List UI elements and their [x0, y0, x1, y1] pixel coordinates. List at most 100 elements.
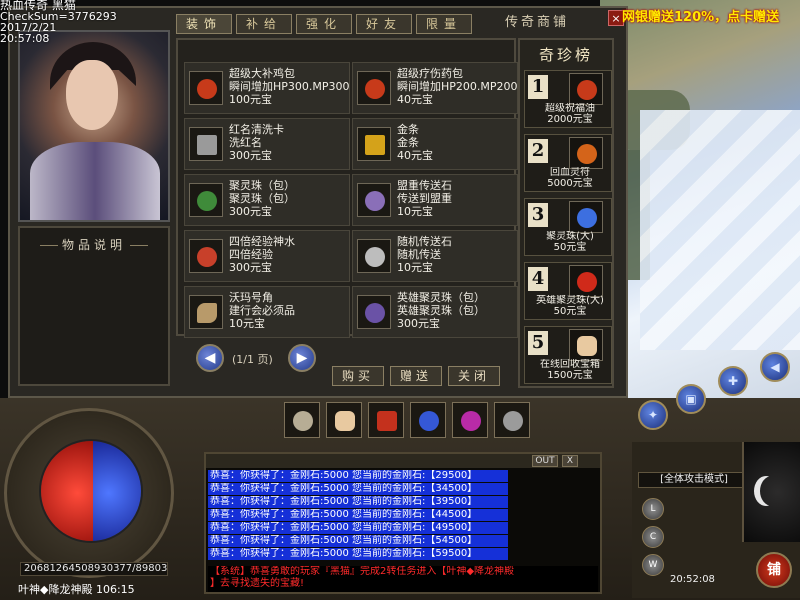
- item-price: 40元宝: [397, 93, 433, 106]
- shop-item[interactable]: 红名清洗卡 洗红名 300元宝: [184, 118, 350, 170]
- shop-item[interactable]: 四倍经验神水 四倍经验 300元宝: [184, 230, 350, 282]
- chat-toolbar: OUT X: [206, 454, 600, 468]
- blue-potion-icon: [419, 411, 439, 431]
- gift-box-icon: [377, 411, 397, 431]
- shop-item[interactable]: 聚灵珠（包） 聚灵珠（包） 300元宝: [184, 174, 350, 226]
- rank-number: 2: [528, 139, 548, 163]
- hp-orb: [41, 441, 93, 541]
- shop-item[interactable]: 超级大补鸡包 瞬间增加HP300.MP300 100元宝: [184, 62, 350, 114]
- chat-line: 恭喜：你获得了：金刚石:5000 您当前的金刚石:【49500】: [208, 522, 508, 534]
- item-name: 沃玛号角: [229, 291, 273, 304]
- shop-item[interactable]: 超级疗伤药包 瞬间增加HP200.MP200 40元宝: [352, 62, 518, 114]
- rank-item-name: 回血灵符: [550, 167, 590, 178]
- chat-out-button[interactable]: OUT: [532, 455, 558, 467]
- item-desc: 随机传送: [397, 248, 441, 261]
- buy-button[interactable]: 购买: [332, 366, 384, 386]
- rank-item-price: 5000元宝: [547, 178, 593, 189]
- teleport-stone-icon: [357, 183, 391, 217]
- prev-page-button[interactable]: ◀: [196, 344, 224, 372]
- ranking-title: 奇珍榜: [538, 46, 593, 64]
- item-desc: 瞬间增加HP300.MP300: [229, 80, 349, 93]
- item-name: 随机传送石: [397, 235, 452, 248]
- purple-potion-icon: [461, 411, 481, 431]
- horn-icon: [189, 295, 223, 329]
- world-map-view[interactable]: [600, 0, 800, 400]
- oil-bottle-icon: [569, 73, 603, 105]
- bag-button[interactable]: ▣: [676, 384, 706, 414]
- talisman-icon: [569, 137, 603, 169]
- ranking-panel: 奇珍榜 1 超级祝福油 2000元宝 2 回血灵符 5000元宝 3 聚灵珠(大) 5…: [518, 38, 614, 388]
- page-info: (1/1 页): [232, 353, 273, 366]
- item-desc: 聚灵珠（包）: [229, 192, 295, 205]
- shop-item[interactable]: 英雄聚灵珠（包） 英雄聚灵珠（包） 300元宝: [352, 286, 518, 338]
- character-icon: ✦: [647, 408, 659, 422]
- skill-button[interactable]: ✚: [718, 366, 748, 396]
- attack-mode[interactable]: [全体攻击模式]: [638, 472, 750, 488]
- shop-tabs: 装饰 补给 强化 好友 限量: [176, 14, 472, 36]
- red-pouch-icon: [357, 71, 391, 105]
- item-desc: 建行会必须品: [229, 304, 295, 317]
- gourd-icon: [189, 239, 223, 273]
- tab-enhance[interactable]: 强化: [296, 14, 352, 34]
- character-button[interactable]: ✦: [638, 400, 668, 430]
- side-button-c[interactable]: C: [642, 526, 664, 548]
- quick-slot[interactable]: [452, 402, 488, 438]
- gift-button[interactable]: 赠送: [390, 366, 442, 386]
- shop-item[interactable]: 沃玛号角 建行会必须品 10元宝: [184, 286, 350, 338]
- tab-limited[interactable]: 限量: [416, 14, 472, 34]
- chat-close-button[interactable]: X: [562, 455, 578, 467]
- shop-item[interactable]: 随机传送石 随机传送 10元宝: [352, 230, 518, 282]
- item-desc: 洗红名: [229, 136, 262, 149]
- rank-number: 5: [528, 331, 548, 355]
- chat-line: 恭喜：你获得了：金刚石:5000 您当前的金刚石:【39500】: [208, 496, 508, 508]
- right-control-panel: [全体攻击模式] L C W 20:52:08 铺: [632, 442, 800, 598]
- blue-orb-icon: [569, 201, 603, 233]
- tab-supply[interactable]: 补给: [236, 14, 292, 34]
- ranking-item[interactable]: 5 在线回收宝箱 1500元宝: [524, 326, 612, 384]
- ranking-item[interactable]: 2 回血灵符 5000元宝: [524, 134, 612, 192]
- system-message-line-1: 【系统】恭喜勇敢的玩家『黑猫』完成2转任务进入【叶神◆降龙神殿: [210, 566, 515, 577]
- skill-icon: ✚: [727, 374, 739, 388]
- gold-bar-icon: [357, 127, 391, 161]
- time: 20:57:08: [0, 32, 50, 45]
- chat-window: OUT X 恭喜：你获得了：金刚石:5000 您当前的金刚石:【29500】 恭…: [204, 452, 602, 594]
- ranking-item[interactable]: 3 聚灵珠(大) 50元宝: [524, 198, 612, 256]
- location-label: 叶神◆降龙神殿 106:15: [18, 583, 135, 596]
- shop-title: 传奇商铺: [504, 15, 569, 30]
- item-price: 300元宝: [229, 149, 272, 162]
- chat-line: 恭喜：你获得了：金刚石:5000 您当前的金刚石:【34500】: [208, 483, 508, 495]
- rank-item-price: 1500元宝: [547, 370, 593, 381]
- shop-item[interactable]: 金条 金条 40元宝: [352, 118, 518, 170]
- quick-slot[interactable]: [494, 402, 530, 438]
- rank-number: 4: [528, 267, 548, 291]
- red-orb-icon: [569, 265, 603, 297]
- item-name: 盟重传送石: [397, 179, 452, 192]
- quick-slot[interactable]: [284, 402, 320, 438]
- hand-icon: [335, 411, 355, 431]
- quick-slot[interactable]: [326, 402, 362, 438]
- shop-item-grid: 超级大补鸡包 瞬间增加HP300.MP300 100元宝 超级疗伤药包 瞬间增加HP2…: [176, 38, 518, 338]
- shop-button[interactable]: 铺: [756, 552, 792, 588]
- ranking-item[interactable]: 1 超级祝福油 2000元宝: [524, 70, 612, 128]
- item-name: 英雄聚灵珠（包）: [397, 291, 485, 304]
- close-button[interactable]: 关闭: [448, 366, 500, 386]
- item-desc: 传送到盟重: [397, 192, 452, 205]
- sound-button[interactable]: ◀: [760, 352, 790, 382]
- quick-slot[interactable]: [368, 402, 404, 438]
- tab-friends[interactable]: 好友: [356, 14, 412, 34]
- next-page-button[interactable]: ▶: [288, 344, 316, 372]
- item-name: 超级大补鸡包: [229, 67, 295, 80]
- item-price: 100元宝: [229, 93, 272, 106]
- shop-item[interactable]: 盟重传送石 传送到盟重 10元宝: [352, 174, 518, 226]
- description-title: 物品说明: [20, 236, 168, 253]
- side-button-l[interactable]: L: [642, 498, 664, 520]
- tab-decoration[interactable]: 装饰: [176, 14, 232, 34]
- side-button-w[interactable]: W: [642, 554, 664, 576]
- quick-slot[interactable]: [410, 402, 446, 438]
- item-price: 300元宝: [229, 261, 272, 274]
- ranking-item[interactable]: 4 英雄聚灵珠(大) 50元宝: [524, 262, 612, 320]
- chat-line: 恭喜：你获得了：金刚石:5000 您当前的金刚石:【29500】: [208, 470, 508, 482]
- rank-item-name: 聚灵珠(大): [546, 231, 594, 242]
- chat-line: 恭喜：你获得了：金刚石:5000 您当前的金刚石:【44500】: [208, 509, 508, 521]
- rank-item-name: 在线回收宝箱: [540, 359, 600, 370]
